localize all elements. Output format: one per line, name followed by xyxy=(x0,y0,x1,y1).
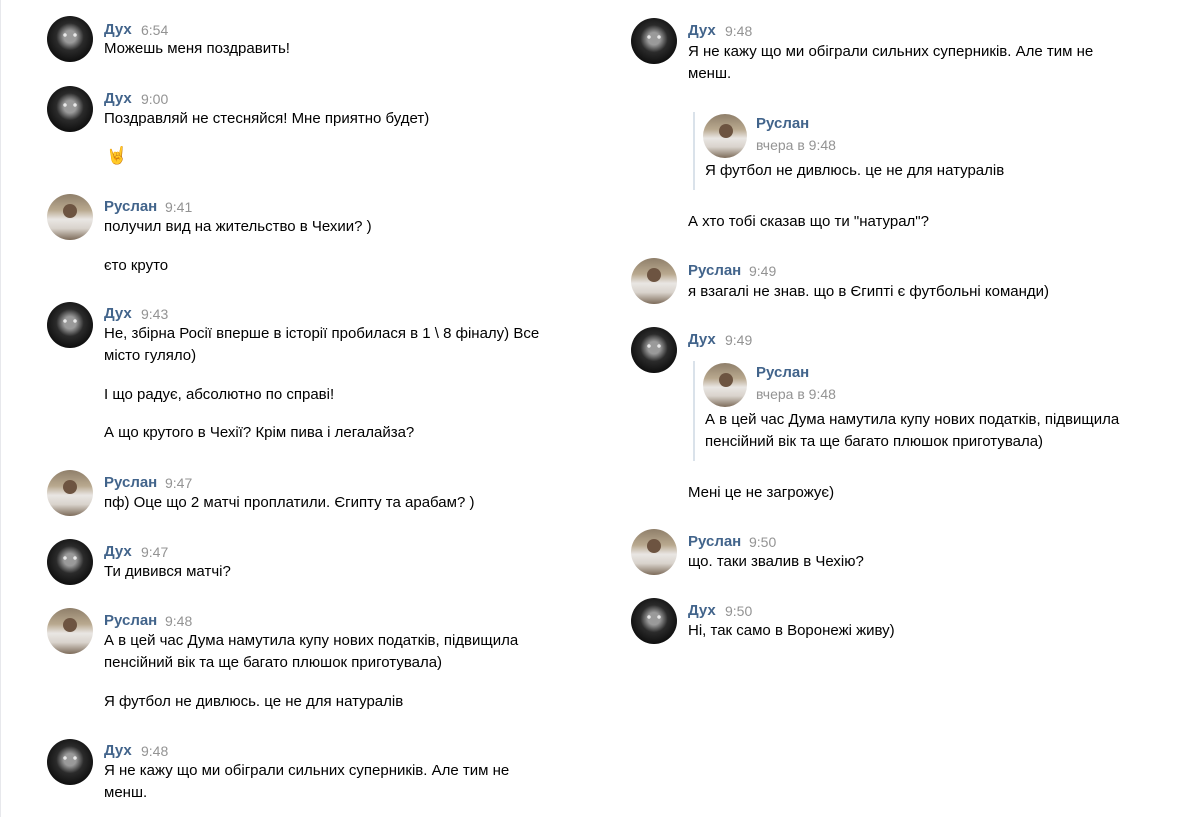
message-time[interactable]: 9:49 xyxy=(725,332,752,348)
message-text: Ти дивився матчі? xyxy=(104,563,231,580)
message-time[interactable]: 9:48 xyxy=(141,743,168,759)
quote-time[interactable]: вчера в 9:48 xyxy=(756,137,836,153)
message-time[interactable]: 9:47 xyxy=(165,475,192,491)
message-author[interactable]: Руслан xyxy=(688,533,741,550)
message-author[interactable]: Руслан xyxy=(104,612,157,629)
message-text: пенсійний вік та ще багато плюшок пригот… xyxy=(104,654,443,671)
message-text: Мені це не загрожує) xyxy=(688,484,835,501)
message-text: менш. xyxy=(104,784,148,801)
avatar[interactable] xyxy=(631,598,677,644)
avatar[interactable] xyxy=(47,16,93,62)
message-text: А що крутого в Чехії? Крім пива і легала… xyxy=(104,424,415,441)
quote-text: пенсійний вік та ще багато плюшок пригот… xyxy=(705,433,1044,450)
quoted-message[interactable]: Руслан вчера в 9:48 Я футбол не дивлюсь.… xyxy=(693,112,1175,190)
message-time[interactable]: 9:41 xyxy=(165,199,192,215)
message-text: Не, збірна Росії вперше в історії пробил… xyxy=(104,325,540,342)
message-text: І що радує, абсолютно по справі! xyxy=(104,386,335,403)
avatar[interactable] xyxy=(47,86,93,132)
message-time[interactable]: 9:43 xyxy=(141,306,168,322)
message-text: пф) Оце що 2 матчі проплатили. Єгипту та… xyxy=(104,494,475,511)
message-time[interactable]: 9:50 xyxy=(725,603,752,619)
avatar[interactable] xyxy=(47,539,93,585)
message-author[interactable]: Дух xyxy=(688,602,716,619)
message-text: Я футбол не дивлюсь. це не для натуралів xyxy=(104,693,404,710)
message-author[interactable]: Дух xyxy=(104,90,132,107)
avatar[interactable] xyxy=(47,194,93,240)
avatar[interactable] xyxy=(631,18,677,64)
avatar[interactable] xyxy=(47,739,93,785)
message-author[interactable]: Дух xyxy=(104,305,132,322)
message-author[interactable]: Руслан xyxy=(688,262,741,279)
message-text: місто гуляло) xyxy=(104,347,197,364)
message-time[interactable]: 9:50 xyxy=(749,534,776,550)
avatar[interactable] xyxy=(631,327,677,373)
message-text: Ні, так само в Воронежі живу) xyxy=(688,622,895,639)
message-time[interactable]: 9:48 xyxy=(725,23,752,39)
message-text: Я не кажу що ми обіграли сильних суперни… xyxy=(688,43,1094,60)
message-text: що. таки звалив в Чехію? xyxy=(688,553,864,570)
quoted-message[interactable]: Руслан вчера в 9:48 А в цей час Дума нам… xyxy=(693,361,1185,461)
avatar[interactable] xyxy=(631,529,677,575)
avatar[interactable] xyxy=(47,470,93,516)
message-time[interactable]: 9:47 xyxy=(141,544,168,560)
avatar[interactable] xyxy=(703,363,747,407)
quote-author[interactable]: Руслан xyxy=(756,115,809,132)
quote-author[interactable]: Руслан xyxy=(756,364,809,381)
chat-column-left: Дух 6:54 Можешь меня поздравить! Дух 9:0… xyxy=(0,0,601,817)
message-time[interactable]: 9:49 xyxy=(749,263,776,279)
avatar[interactable] xyxy=(703,114,747,158)
message-author[interactable]: Дух xyxy=(688,331,716,348)
message-time[interactable]: 6:54 xyxy=(141,22,168,38)
message-text: получил вид на жительство в Чехии? ) xyxy=(104,218,372,235)
message-author[interactable]: Дух xyxy=(104,742,132,759)
chat-column-right: Дух 9:48 Я не кажу що ми обіграли сильни… xyxy=(585,0,1204,817)
message-author[interactable]: Руслан xyxy=(104,474,157,491)
message-time[interactable]: 9:48 xyxy=(165,613,192,629)
quote-text: Я футбол не дивлюсь. це не для натуралів xyxy=(705,162,1005,179)
avatar[interactable] xyxy=(47,302,93,348)
message-author[interactable]: Руслан xyxy=(104,198,157,215)
message-text: я взагалі не знав. що в Єгипті є футболь… xyxy=(688,283,1050,300)
message-text: А хто тобі сказав що ти "натурал"? xyxy=(688,213,929,230)
message-text: менш. xyxy=(688,65,732,82)
message-text: Поздравляй не стесняйся! Мне приятно буд… xyxy=(104,110,430,127)
message-author[interactable]: Дух xyxy=(688,22,716,39)
avatar[interactable] xyxy=(47,608,93,654)
message-time[interactable]: 9:00 xyxy=(141,91,168,107)
message-text: Я не кажу що ми обіграли сильних суперни… xyxy=(104,762,510,779)
message-text: А в цей час Дума намутила купу нових под… xyxy=(104,632,519,649)
avatar[interactable] xyxy=(631,258,677,304)
message-author[interactable]: Дух xyxy=(104,21,132,38)
message-text: Можешь меня поздравить! xyxy=(104,40,290,57)
quote-text: А в цей час Дума намутила купу нових под… xyxy=(705,411,1120,428)
message-author[interactable]: Дух xyxy=(104,543,132,560)
message-text: єто круто xyxy=(104,257,169,274)
rock-hand-icon: 🤘 xyxy=(106,146,128,165)
quote-time[interactable]: вчера в 9:48 xyxy=(756,386,836,402)
